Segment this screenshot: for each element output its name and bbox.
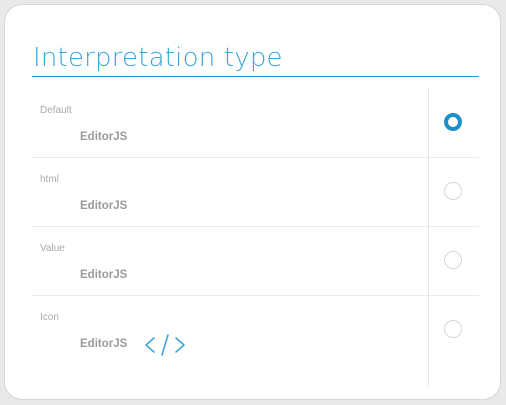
option-value: EditorJS — [80, 269, 128, 281]
option-row-icon[interactable]: Icon EditorJS — [32, 296, 479, 365]
option-label: Icon — [40, 312, 59, 323]
radio-value[interactable] — [444, 251, 462, 269]
option-value: EditorJS — [80, 338, 128, 350]
option-label: html — [40, 174, 59, 185]
option-row-html[interactable]: html EditorJS — [32, 158, 479, 227]
panel-title: Interpretation type — [33, 43, 283, 73]
option-value: EditorJS — [80, 200, 128, 212]
option-row-default[interactable]: Default EditorJS — [32, 89, 479, 158]
option-label: Default — [40, 105, 72, 116]
option-value: EditorJS — [80, 131, 128, 143]
title-underline — [32, 76, 479, 77]
radio-html[interactable] — [444, 182, 462, 200]
radio-icon[interactable] — [444, 320, 462, 338]
code-icon — [145, 334, 185, 356]
radio-default[interactable] — [444, 113, 462, 131]
interpretation-type-card: Interpretation type Default EditorJS htm… — [4, 4, 501, 400]
option-row-value[interactable]: Value EditorJS — [32, 227, 479, 296]
option-label: Value — [40, 243, 65, 254]
